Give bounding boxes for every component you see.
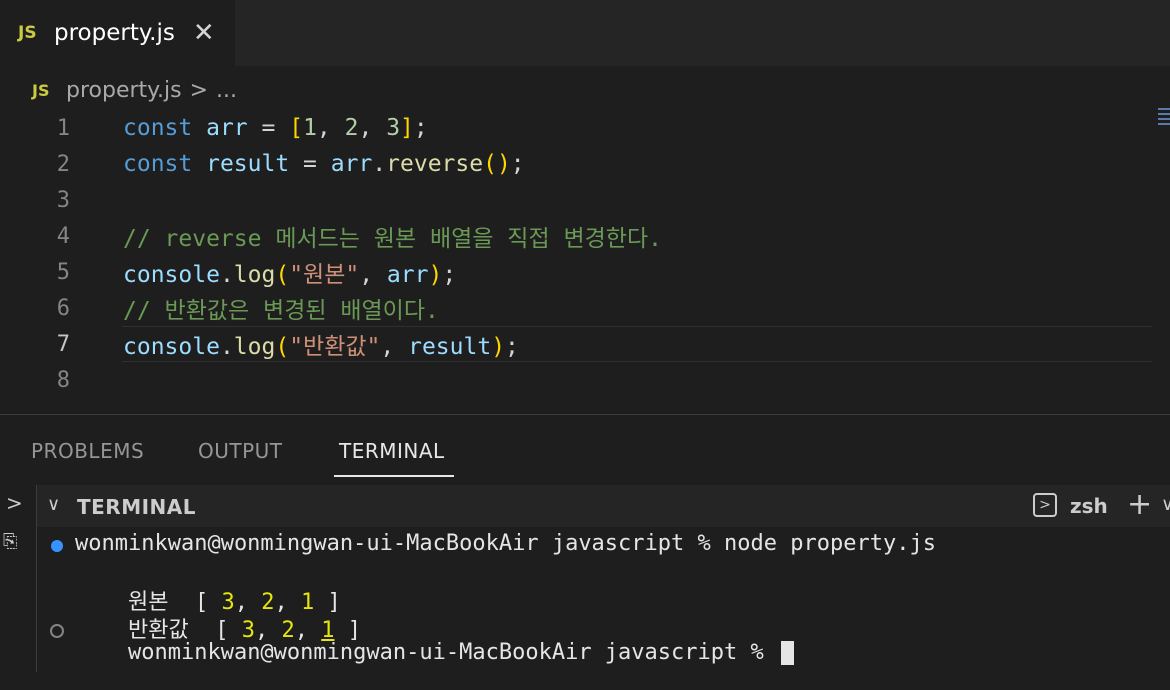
chevron-down-icon[interactable]: ∨ — [47, 494, 60, 515]
tab-problems[interactable]: PROBLEMS — [31, 439, 144, 463]
line-number: 1 — [56, 115, 70, 141]
tab-terminal[interactable]: TERMINAL — [339, 439, 445, 463]
line-number: 4 — [56, 223, 70, 249]
code-line[interactable]: 2 const result = arr.reverse(); — [0, 146, 1170, 182]
breadcrumb-file[interactable]: property.js — [66, 78, 182, 103]
code-editor[interactable]: 1 const arr = [1, 2, 3]; 2 const result = a… — [0, 110, 1170, 400]
line-number: 6 — [56, 295, 70, 321]
panel-tabs: PROBLEMS OUTPUT TERMINAL — [0, 415, 1170, 485]
code-line[interactable]: 1 const arr = [1, 2, 3]; — [0, 110, 1170, 146]
close-icon[interactable]: ✕ — [193, 20, 215, 46]
line-number: 8 — [56, 367, 70, 393]
chevron-down-icon[interactable]: ∨ — [1161, 494, 1170, 515]
code-line[interactable]: 7 console.log("반환값", result); — [0, 326, 1170, 362]
terminal-title: TERMINAL — [77, 495, 197, 519]
code-text: console.log("원본", arr); — [123, 262, 457, 288]
tab-output[interactable]: OUTPUT — [198, 439, 283, 463]
terminal-shell-icon[interactable]: > — [1033, 493, 1057, 517]
chevron-right-icon[interactable]: > — [6, 491, 23, 515]
shell-name[interactable]: zsh — [1070, 494, 1108, 518]
tab-label: property.js — [54, 20, 175, 46]
line-number: 2 — [56, 151, 70, 177]
active-tab-indicator — [334, 475, 454, 477]
terminal-line-prompt[interactable]: wonminkwan@wonmingwan-ui-MacBookAir java… — [75, 615, 794, 690]
code-text: const arr = [1, 2, 3]; — [123, 115, 428, 141]
code-text: // reverse 메서드는 원본 배열을 직접 변경한다. — [123, 226, 662, 252]
code-text: // 반환값은 변경된 배열이다. — [123, 298, 439, 324]
terminal-cursor — [781, 641, 794, 665]
js-file-icon: JS — [18, 23, 37, 43]
js-file-icon: JS — [32, 80, 50, 100]
line-number: 7 — [56, 331, 70, 357]
terminal-search-icon[interactable]: ⎘ — [3, 531, 17, 552]
code-text: console.log("반환값", result); — [123, 334, 519, 360]
terminal-line-command: wonminkwan@wonmingwan-ui-MacBookAir java… — [75, 531, 936, 556]
breadcrumb: JS property.js > ... — [32, 72, 237, 108]
minimap[interactable] — [1158, 108, 1170, 134]
tab-property-js[interactable]: JS property.js ✕ — [0, 0, 235, 66]
breadcrumb-more[interactable]: ... — [216, 78, 237, 103]
terminal-header: ∨ TERMINAL > zsh + ∨ — [37, 485, 1170, 527]
line-number: 5 — [56, 259, 70, 285]
code-line[interactable]: 6 // 반환값은 변경된 배열이다. — [0, 290, 1170, 326]
code-line[interactable]: 3 — [0, 182, 1170, 218]
code-line[interactable]: 5 console.log("원본", arr); — [0, 254, 1170, 290]
command-status-dot[interactable] — [51, 540, 63, 552]
chevron-right-icon: > — [189, 77, 209, 103]
command-status-dot[interactable] — [50, 624, 64, 638]
code-line[interactable]: 8 — [0, 362, 1170, 398]
code-text: const result = arr.reverse(); — [123, 151, 525, 177]
code-line[interactable]: 4 // reverse 메서드는 원본 배열을 직접 변경한다. — [0, 218, 1170, 254]
terminal-output[interactable]: wonminkwan@wonmingwan-ui-MacBookAir java… — [37, 527, 1170, 672]
panel-side-strip: > ⎘ — [0, 485, 37, 672]
tab-bar: JS property.js ✕ — [0, 0, 1170, 66]
line-number: 3 — [56, 187, 70, 213]
new-terminal-plus-icon[interactable]: + — [1127, 487, 1152, 522]
